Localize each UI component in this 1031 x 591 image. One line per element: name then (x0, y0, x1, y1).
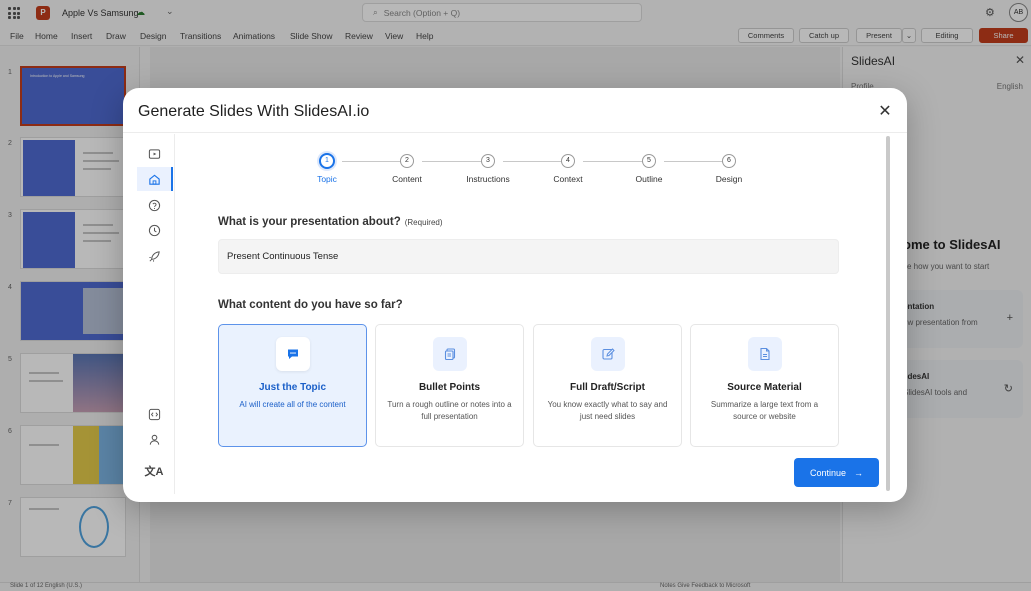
option-title: Full Draft/Script (569, 382, 645, 393)
step-instructions[interactable]: 3 Instructions (453, 154, 523, 184)
option-desc: Turn a rough outline or notes into a ful… (387, 400, 512, 421)
step-label: Context (553, 174, 583, 184)
step-number: 6 (722, 154, 736, 168)
dialog-nav-rail: 文A (137, 134, 175, 494)
step-number: 1 (319, 153, 335, 169)
edit-pencil-icon (590, 337, 625, 371)
option-title: Source Material (727, 382, 802, 393)
option-title: Just the Topic (258, 382, 327, 393)
step-content[interactable]: 2 Content (372, 154, 442, 184)
option-desc: AI will create all of the content (239, 400, 346, 409)
step-outline[interactable]: 5 Outline (614, 154, 684, 184)
dialog-scrollbar[interactable] (886, 136, 890, 491)
step-label: Outline (635, 174, 663, 184)
option-source-material[interactable]: Source Material Summarize a large text f… (690, 324, 839, 447)
step-number: 4 (561, 154, 575, 168)
step-label: Design (715, 174, 743, 184)
step-number: 3 (481, 154, 495, 168)
dialog-title: Generate Slides With SlidesAI.io (138, 103, 370, 120)
step-label: Instructions (466, 174, 510, 184)
rocket-icon[interactable] (137, 244, 171, 268)
step-label: Topic (317, 174, 337, 184)
generate-slides-dialog: Generate Slides With SlidesAI.io ✕ 文A 1 … (123, 88, 907, 502)
user-icon[interactable] (137, 427, 171, 451)
translate-icon[interactable]: 文A (137, 459, 171, 483)
divider (123, 132, 907, 133)
step-design[interactable]: 6 Design (694, 154, 764, 184)
continue-button[interactable]: Continue → (794, 458, 879, 487)
option-desc: You know exactly what to say and just ne… (547, 400, 668, 421)
option-title: Bullet Points (418, 382, 481, 393)
step-label: Content (392, 174, 422, 184)
home-icon[interactable] (137, 167, 173, 191)
continue-label: Continue (809, 467, 847, 478)
option-full-draft-script[interactable]: Full Draft/Script You know exactly what … (533, 324, 682, 447)
option-desc: Summarize a large text from a source or … (710, 400, 819, 421)
document-icon (747, 337, 782, 371)
history-icon[interactable] (137, 218, 171, 242)
step-context[interactable]: 4 Context (533, 154, 603, 184)
option-just-the-topic[interactable]: Just the Topic AI will create all of the… (218, 324, 367, 447)
close-icon[interactable]: ✕ (875, 102, 895, 122)
copy-stack-icon (432, 337, 467, 371)
topic-question: What is your presentation about? (Require… (218, 216, 443, 228)
option-bullet-points[interactable]: Bullet Points Turn a rough outline or no… (375, 324, 524, 447)
presentation-icon[interactable] (137, 142, 171, 166)
code-embed-icon[interactable] (137, 402, 171, 426)
content-question: What content do you have so far? (218, 299, 403, 311)
step-number: 2 (400, 154, 414, 168)
topic-question-text: What is your presentation about? (218, 216, 401, 228)
required-tag: (Required) (404, 218, 443, 227)
step-number: 5 (642, 154, 656, 168)
chat-bubble-icon (275, 337, 310, 371)
topic-input[interactable]: Present Continuous Tense (218, 239, 839, 274)
step-topic[interactable]: 1 Topic (292, 153, 362, 184)
help-icon[interactable] (137, 193, 171, 217)
arrow-right-icon: → (854, 467, 864, 478)
